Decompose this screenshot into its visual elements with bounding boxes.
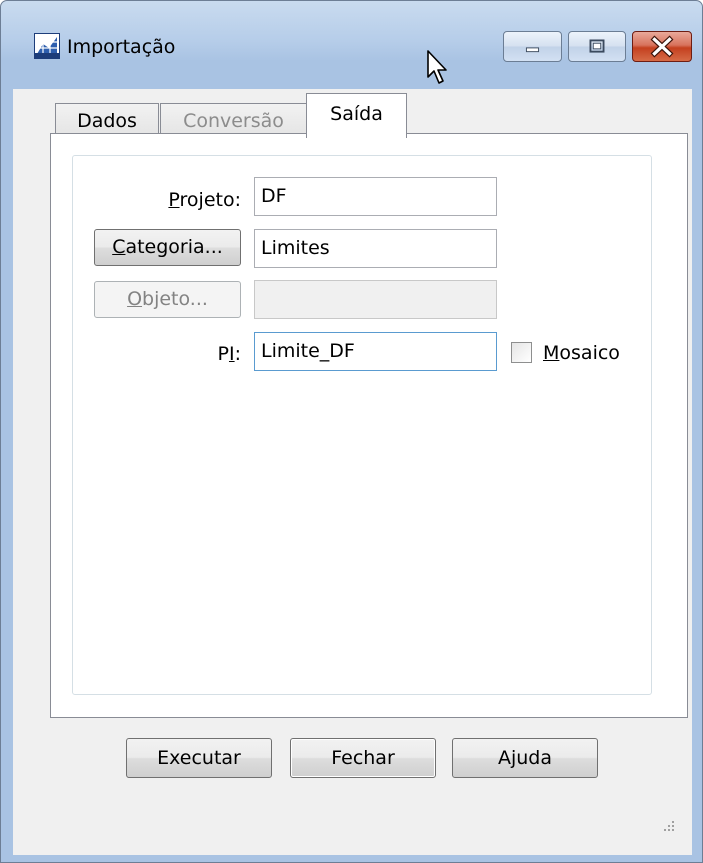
tab-dados-label: Dados [77,110,137,132]
pi-field[interactable]: Limite_DF [254,332,497,371]
title-bar[interactable]: Importação [1,1,702,89]
categoria-button[interactable]: Categoria... [94,229,241,266]
minimize-icon [525,47,540,53]
fechar-button[interactable]: Fechar [290,738,436,778]
executar-button[interactable]: Executar [126,738,272,778]
importacao-window: Importação Dados Conversão Saída Projeto… [0,0,703,863]
categoria-field[interactable]: Limites [254,229,497,268]
window-title: Importação [67,36,176,58]
maximize-button[interactable] [568,31,626,62]
close-button[interactable] [632,31,692,62]
pi-label: PI: [217,343,241,365]
mosaico-checkbox[interactable] [511,342,532,363]
saida-tab-panel: Projeto: DF Categoria... Limites Objeto.… [50,133,688,718]
mosaico-label[interactable]: Mosaico [543,341,620,365]
tab-saida[interactable]: Saída [306,93,407,138]
map-grid-icon[interactable] [34,33,60,59]
projeto-field[interactable]: DF [254,177,497,216]
projeto-label: Projeto: [168,189,241,211]
resize-grip-icon[interactable] [662,819,676,833]
minimize-button[interactable] [503,31,562,62]
output-group-box: Projeto: DF Categoria... Limites Objeto.… [72,155,652,695]
tab-conversao-label: Conversão [183,110,284,132]
dialog-client-area: Dados Conversão Saída Projeto: DF Catego… [13,89,692,855]
ajuda-button[interactable]: Ajuda [452,738,598,778]
mouse-pointer-icon [427,50,447,84]
objeto-field [254,280,497,319]
objeto-button: Objeto... [94,281,241,318]
maximize-icon [589,39,605,53]
close-icon [650,35,674,58]
tab-saida-label: Saída [330,103,383,125]
